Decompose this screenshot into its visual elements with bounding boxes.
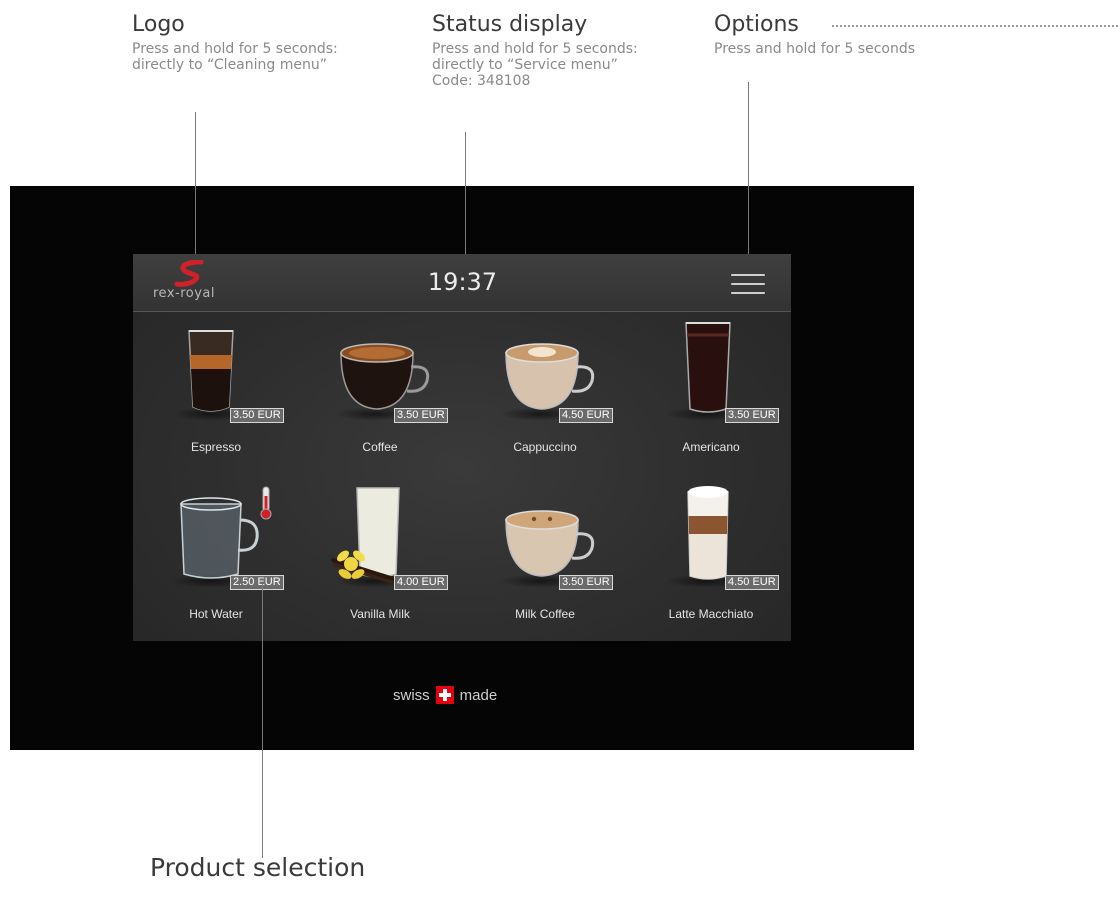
product-tile-cappuccino[interactable]: 4.50 EUR Cappuccino: [470, 319, 620, 464]
callout-description: directly to “Service menu”: [432, 57, 618, 73]
logo-callout: Logo Press and hold for 5 seconds: direc…: [132, 12, 338, 73]
product-name: Hot Water: [189, 607, 243, 621]
swiss-flag-icon: [435, 686, 454, 704]
swiss-label: swiss: [393, 686, 430, 704]
price-label: 3.50 EUR: [394, 408, 448, 423]
price-label: 3.50 EUR: [559, 575, 613, 590]
product-tile-americano[interactable]: 3.50 EUR Americano: [636, 319, 786, 464]
brand-name: rex-royal: [153, 286, 215, 301]
status-bar: rex-royal 19:37: [133, 254, 791, 312]
callout-description: Press and hold for 5 seconds:: [132, 41, 338, 57]
price-label: 3.50 EUR: [725, 408, 779, 423]
dotted-leader-line: [832, 25, 1120, 27]
callout-title: Status display: [432, 12, 588, 37]
product-tile-coffee[interactable]: 3.50 EUR Coffee: [305, 319, 455, 464]
price-label: 4.00 EUR: [394, 575, 448, 590]
price-label: 4.50 EUR: [559, 408, 613, 423]
status-leader-line: [465, 132, 466, 254]
product-tile-latte-macchiato[interactable]: 4.50 EUR Latte Macchiato: [636, 486, 786, 631]
callout-description: directly to “Cleaning menu”: [132, 57, 327, 73]
price-label: 4.50 EUR: [725, 575, 779, 590]
product-name: Latte Macchiato: [668, 607, 754, 621]
product-selection-callout: Product selection: [150, 853, 365, 883]
status-display-clock[interactable]: 19:37: [395, 268, 530, 296]
product-name: Americano: [682, 440, 740, 454]
options-callout: Options Press and hold for 5 seconds: [714, 12, 915, 57]
brand-logo[interactable]: rex-royal: [153, 260, 243, 306]
product-name: Espresso: [190, 440, 242, 454]
product-tile-milk-coffee[interactable]: 3.50 EUR Milk Coffee: [470, 486, 620, 631]
product-tile-vanilla-milk[interactable]: 4.00 EUR Vanilla Milk: [305, 486, 455, 631]
swiss-made-badge: swiss made: [393, 683, 497, 707]
logo-leader-line: [195, 112, 196, 254]
product-tile-espresso[interactable]: 3.50 EUR Espresso: [141, 319, 291, 464]
product-leader-line: [262, 583, 263, 858]
product-name: Cappuccino: [513, 440, 577, 454]
made-label: made: [459, 686, 498, 704]
callout-title: Product selection: [150, 853, 366, 882]
product-name: Milk Coffee: [515, 607, 575, 621]
thermometer-icon: [260, 486, 272, 520]
callout-title: Logo: [132, 12, 185, 37]
price-label: 3.50 EUR: [230, 408, 284, 423]
hamburger-menu-icon[interactable]: [731, 274, 765, 294]
status-display-callout: Status display Press and hold for 5 seco…: [432, 12, 638, 89]
touch-screen: rex-royal 19:37 3.50 EUR Espresso 3.50 E…: [133, 254, 791, 641]
callout-description: Press and hold for 5 seconds: [714, 41, 916, 57]
callout-description: Code: 348108: [432, 73, 531, 89]
product-name: Coffee: [362, 440, 398, 454]
product-name: Vanilla Milk: [350, 607, 410, 621]
price-label: 2.50 EUR: [230, 575, 284, 590]
options-leader-line: [748, 82, 749, 254]
callout-description: Press and hold for 5 seconds:: [432, 41, 638, 57]
